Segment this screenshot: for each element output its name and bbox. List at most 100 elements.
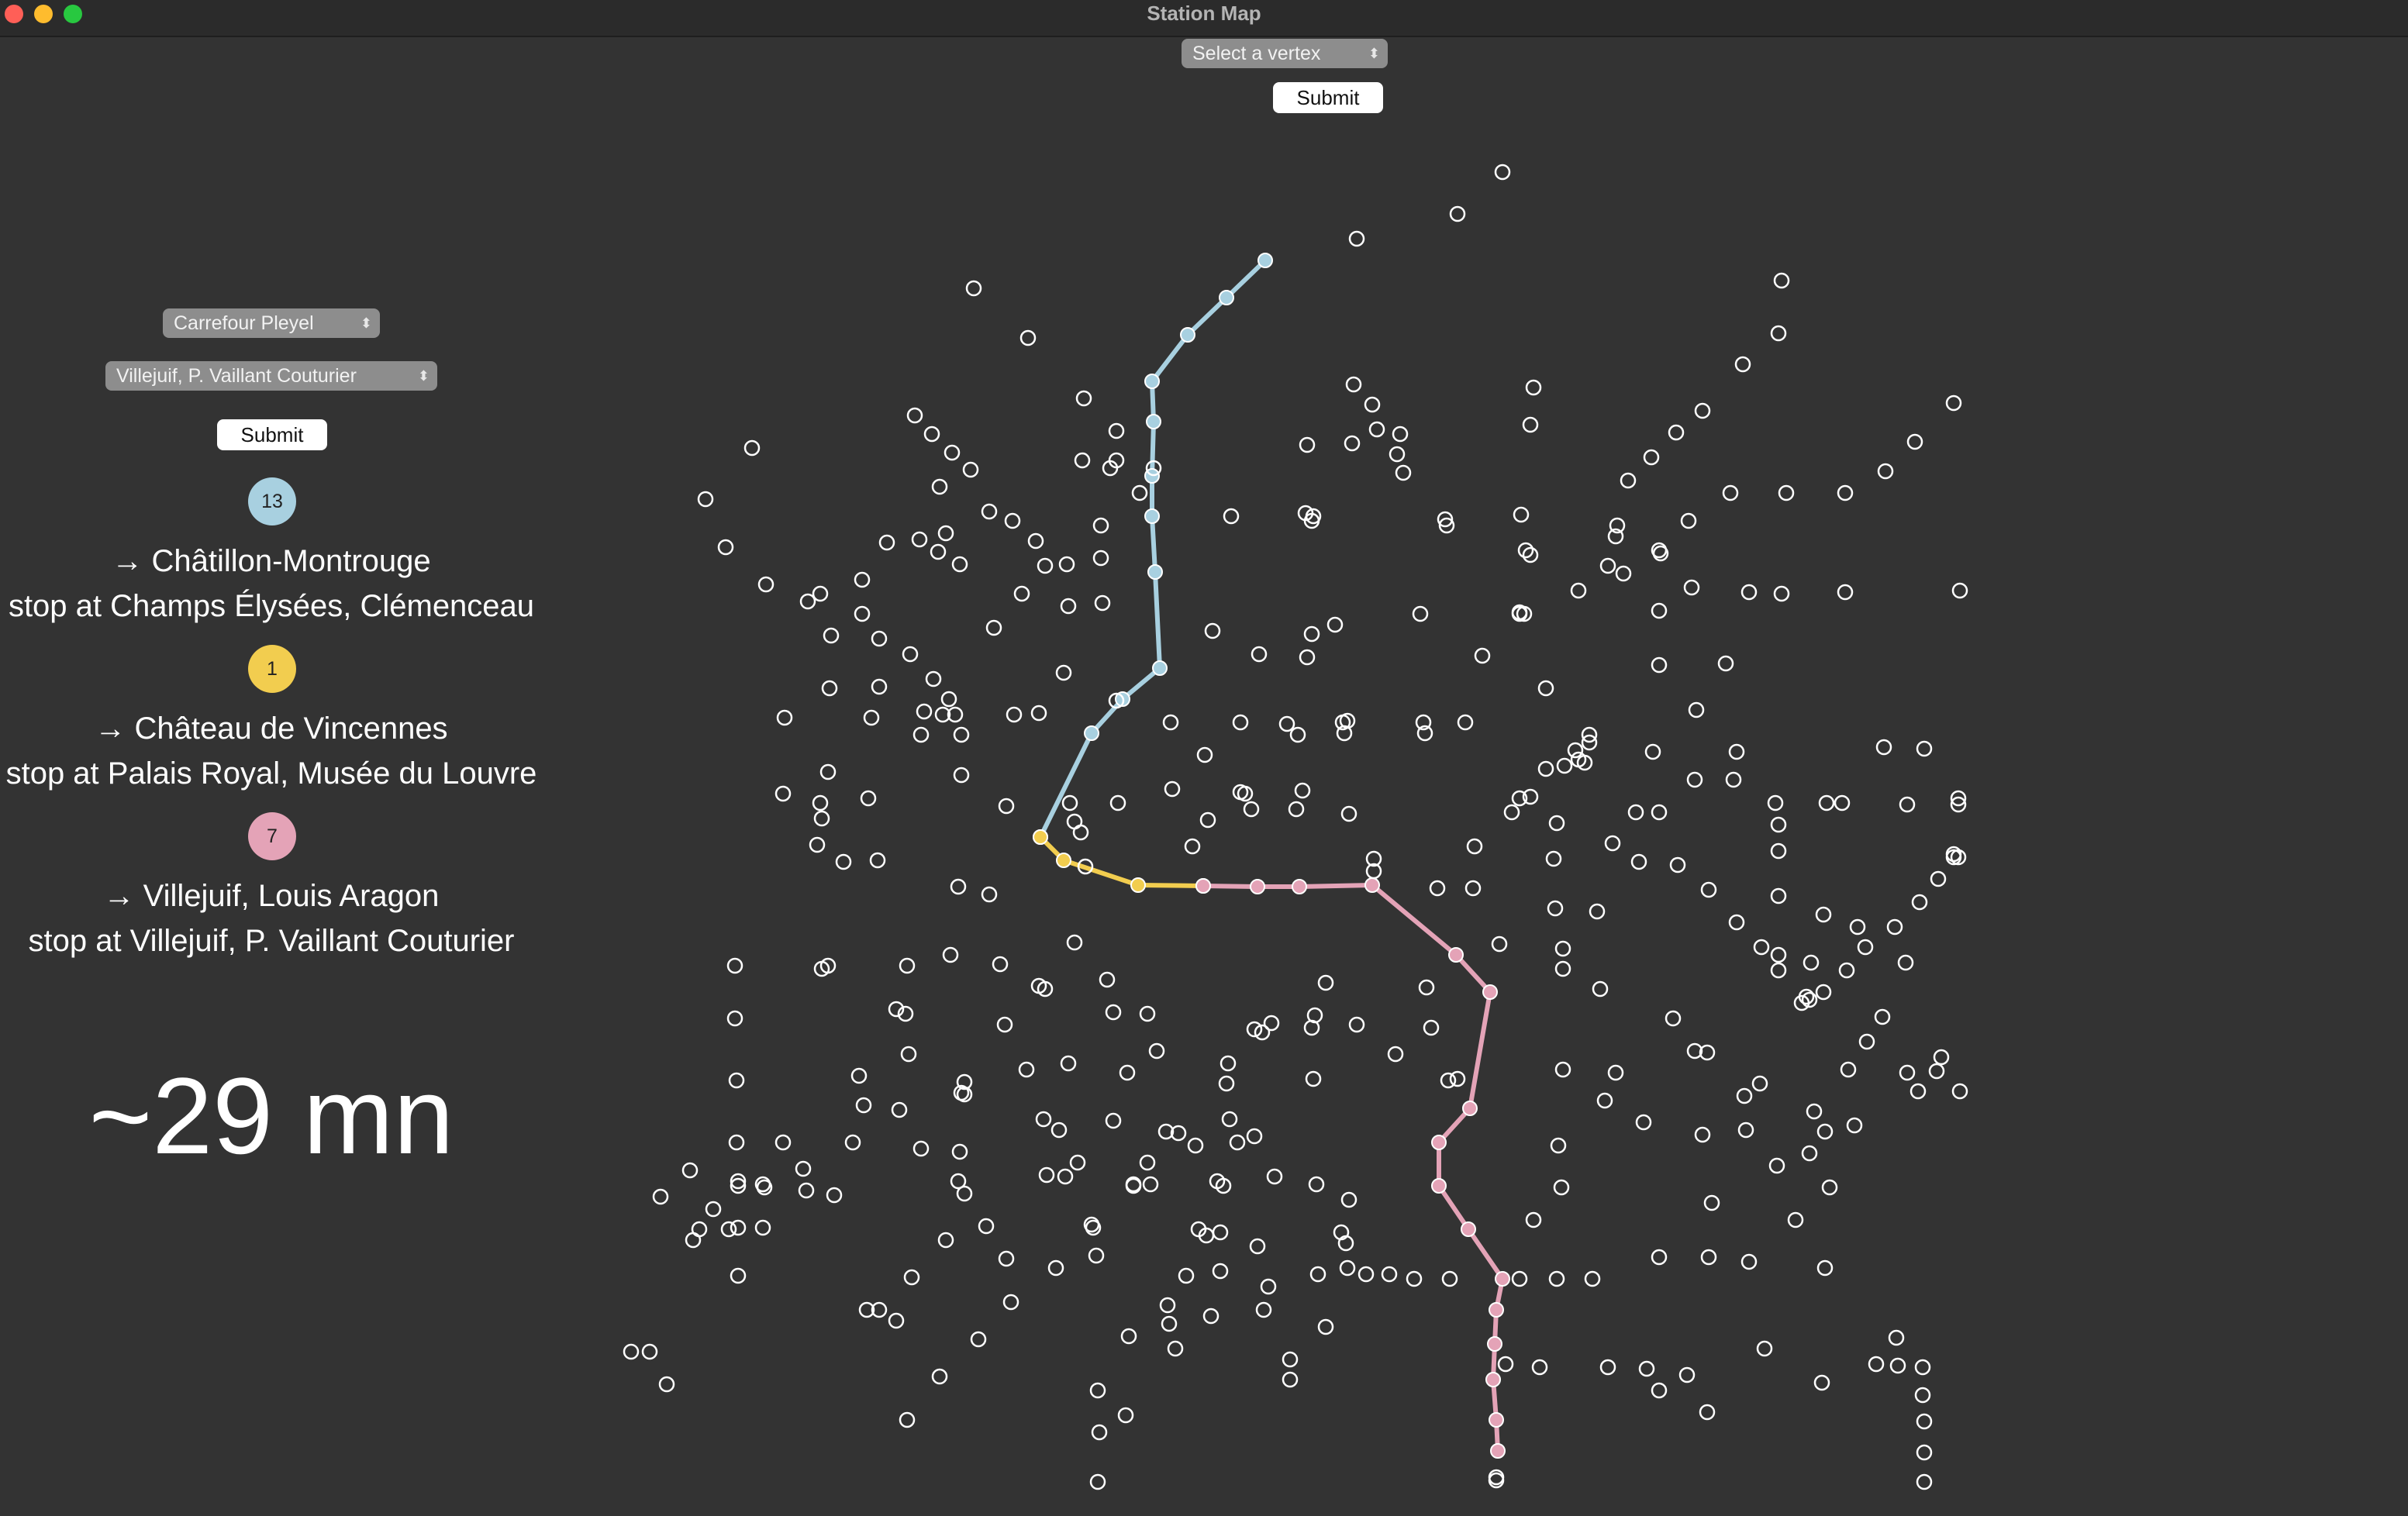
station-node[interactable] (1635, 1114, 1652, 1131)
station-node[interactable] (1199, 811, 1216, 829)
station-node[interactable] (1914, 1359, 1931, 1376)
station-node[interactable] (1899, 796, 1916, 813)
station-node[interactable] (1488, 1472, 1505, 1489)
station-node[interactable] (1381, 1266, 1398, 1283)
station-node[interactable] (1834, 794, 1851, 811)
station-node[interactable] (1584, 1270, 1601, 1287)
station-node[interactable] (1019, 329, 1037, 346)
route-station-node[interactable] (1489, 1412, 1504, 1428)
station-node[interactable] (1868, 1356, 1885, 1373)
station-node[interactable] (931, 478, 948, 495)
route-station-node[interactable] (1292, 879, 1307, 894)
station-node[interactable] (1387, 1046, 1404, 1063)
station-node[interactable] (1131, 484, 1148, 501)
station-node[interactable] (1803, 954, 1820, 971)
route-station-node[interactable] (1219, 290, 1234, 305)
station-node[interactable] (1108, 422, 1125, 439)
station-node[interactable] (1229, 1134, 1246, 1151)
station-node[interactable] (1074, 452, 1091, 469)
station-node[interactable] (1368, 421, 1385, 438)
station-node[interactable] (1728, 743, 1745, 760)
station-node[interactable] (1537, 760, 1554, 777)
station-node[interactable] (1728, 914, 1745, 931)
station-node[interactable] (953, 767, 970, 784)
route-station-node[interactable] (1364, 877, 1380, 893)
station-node[interactable] (1050, 1121, 1068, 1139)
station-node[interactable] (1725, 771, 1742, 788)
station-node[interactable] (992, 956, 1009, 973)
route-station-node[interactable] (1490, 1443, 1506, 1459)
station-node[interactable] (728, 1134, 745, 1151)
station-node[interactable] (1928, 1063, 1945, 1080)
station-node[interactable] (1683, 579, 1700, 596)
station-node[interactable] (1916, 1413, 1933, 1430)
station-node[interactable] (1736, 1087, 1753, 1104)
station-node[interactable] (1651, 1382, 1668, 1399)
station-node[interactable] (774, 1134, 792, 1151)
station-node[interactable] (1221, 1111, 1238, 1128)
station-node[interactable] (923, 426, 940, 443)
station-node[interactable] (812, 794, 829, 811)
station-node[interactable] (1570, 582, 1587, 599)
station-node[interactable] (888, 1312, 905, 1329)
station-node[interactable] (1801, 991, 1818, 1008)
station-node[interactable] (1599, 557, 1616, 574)
route-station-node[interactable] (1489, 1302, 1504, 1318)
route-station-node[interactable] (1461, 1221, 1476, 1237)
station-node[interactable] (1072, 824, 1089, 841)
station-node[interactable] (1818, 794, 1835, 811)
station-node[interactable] (1037, 557, 1054, 574)
station-node[interactable] (1770, 842, 1787, 860)
station-node[interactable] (809, 836, 826, 853)
station-node[interactable] (1069, 1154, 1086, 1171)
station-node[interactable] (1821, 1179, 1838, 1196)
station-node[interactable] (912, 726, 930, 743)
station-node[interactable] (1778, 484, 1795, 501)
station-node[interactable] (1849, 918, 1866, 935)
station-node[interactable] (1002, 1294, 1019, 1311)
station-node[interactable] (1187, 1137, 1204, 1154)
station-node[interactable] (1700, 881, 1717, 898)
station-node[interactable] (1644, 743, 1661, 760)
station-node[interactable] (1951, 1083, 1968, 1100)
station-node[interactable] (1196, 746, 1213, 763)
station-node[interactable] (1513, 506, 1530, 523)
station-node[interactable] (981, 503, 998, 520)
station-node[interactable] (1554, 960, 1571, 977)
station-node[interactable] (1266, 1168, 1283, 1185)
station-node[interactable] (1094, 594, 1111, 612)
station-node[interactable] (681, 1162, 699, 1179)
station-node[interactable] (1303, 625, 1320, 643)
station-node[interactable] (1148, 1042, 1165, 1059)
station-node[interactable] (812, 585, 829, 602)
station-node[interactable] (1554, 1061, 1571, 1078)
route-station-node[interactable] (1180, 327, 1195, 343)
station-node[interactable] (1282, 1371, 1299, 1388)
station-node[interactable] (1251, 646, 1268, 663)
station-node[interactable] (1556, 757, 1573, 774)
station-node[interactable] (1184, 838, 1201, 855)
station-node[interactable] (1694, 402, 1711, 419)
station-node[interactable] (1260, 1278, 1277, 1295)
station-node[interactable] (1412, 605, 1429, 622)
station-node[interactable] (1075, 390, 1092, 407)
route-station-node[interactable] (1250, 879, 1265, 894)
station-node[interactable] (1289, 726, 1306, 743)
station-node[interactable] (1553, 1179, 1570, 1196)
station-node[interactable] (1547, 900, 1564, 917)
route-station-node[interactable] (1146, 414, 1161, 429)
station-node[interactable] (1740, 584, 1758, 601)
station-node[interactable] (1105, 1004, 1122, 1021)
station-node[interactable] (1694, 1126, 1711, 1143)
route-station-node[interactable] (1144, 374, 1160, 389)
route-station-node[interactable] (1431, 1135, 1447, 1150)
station-node[interactable] (1607, 1064, 1624, 1081)
station-node[interactable] (1161, 1315, 1178, 1332)
station-node[interactable] (1916, 740, 1933, 757)
station-node[interactable] (1615, 565, 1632, 582)
station-node[interactable] (1846, 1117, 1863, 1134)
station-node[interactable] (1770, 946, 1787, 963)
station-node[interactable] (835, 853, 852, 870)
station-node[interactable] (1737, 1121, 1754, 1139)
station-node[interactable] (1232, 714, 1249, 731)
